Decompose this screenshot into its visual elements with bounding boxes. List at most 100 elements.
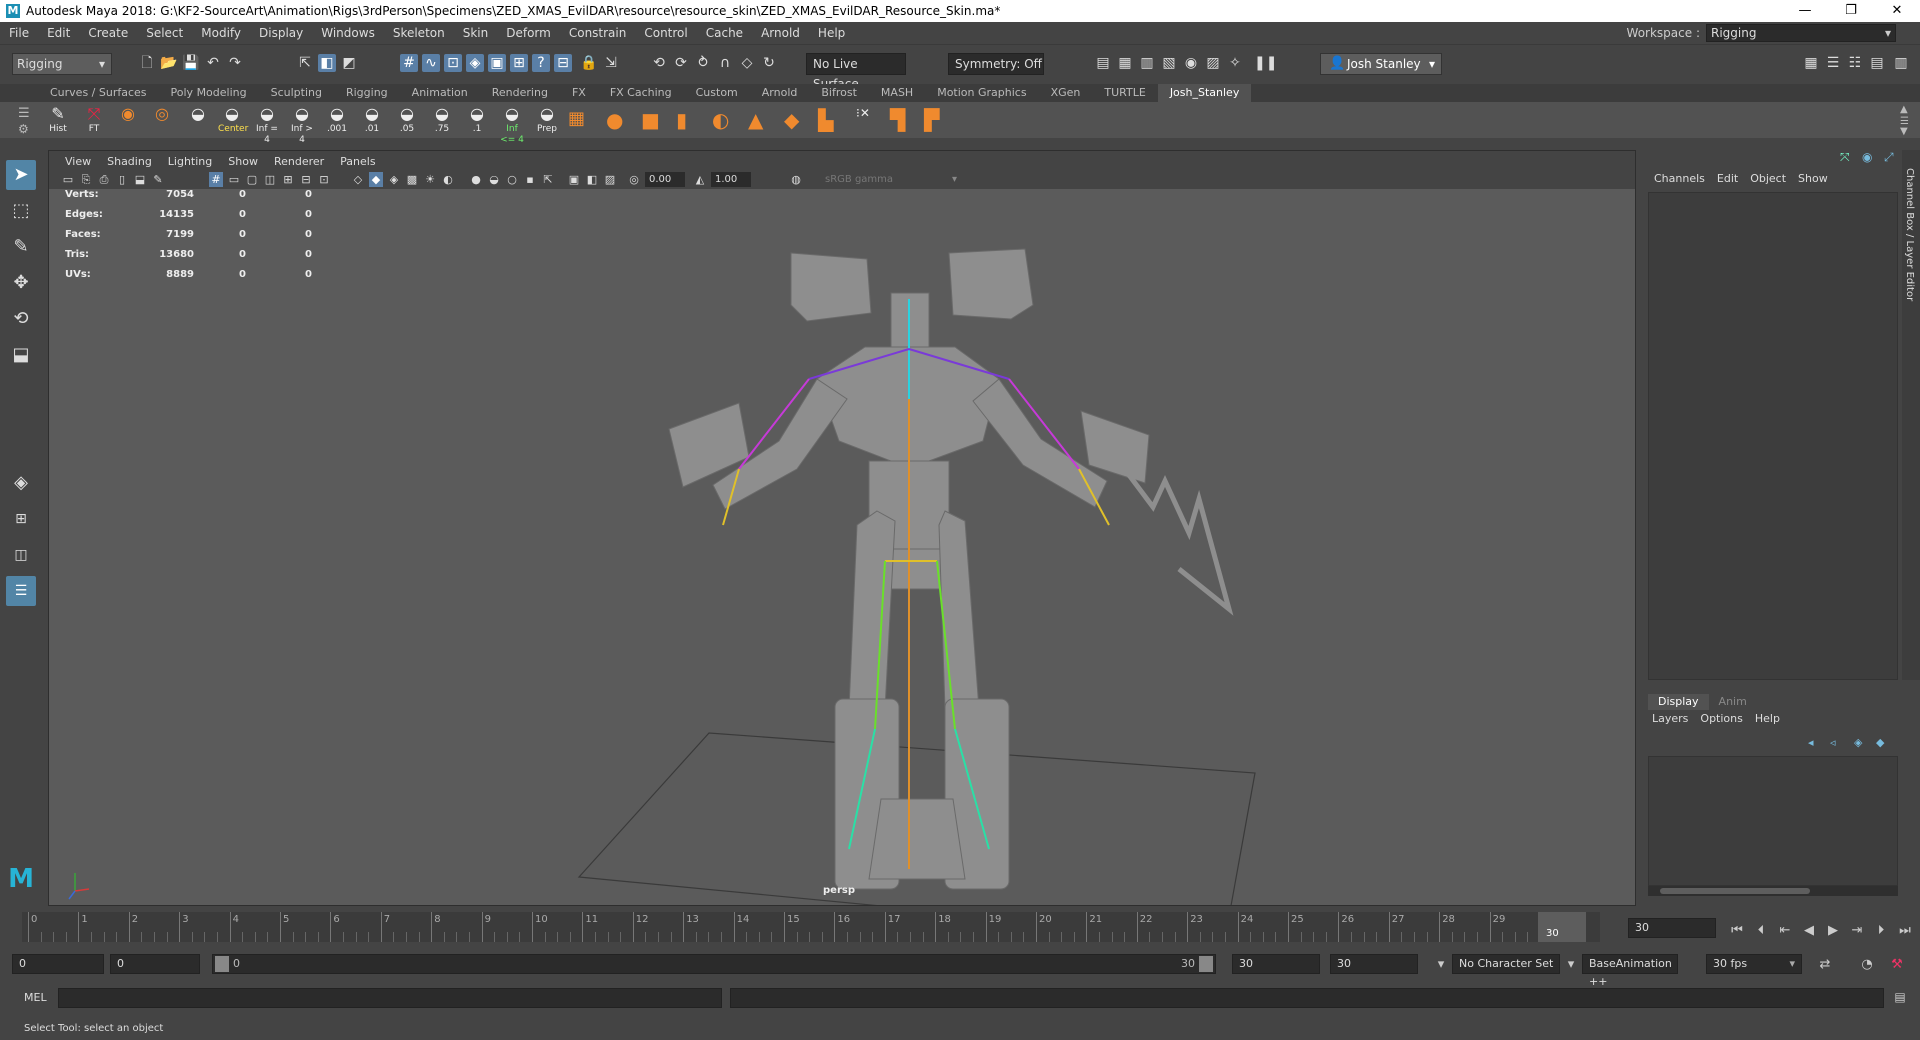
shelf-button-sphere-half[interactable]: ◒ — [184, 104, 212, 136]
paint-select-tool-icon[interactable]: ✎ — [6, 232, 36, 262]
live-surface-field[interactable]: No Live Surface — [806, 53, 906, 91]
undo-icon[interactable]: ↶ — [204, 54, 222, 72]
channel-box-icon[interactable]: ▤ — [1868, 54, 1886, 72]
shelf-tab-rigging[interactable]: Rigging — [334, 84, 400, 102]
play-forwards-icon[interactable]: ▶ — [1824, 922, 1842, 940]
shelf-tab-fx[interactable]: FX — [560, 84, 598, 102]
poly-grid-icon[interactable]: ▦ — [568, 108, 592, 132]
exposure-icon[interactable]: ◎ — [627, 172, 641, 187]
shelf-tab-animation[interactable]: Animation — [400, 84, 480, 102]
poly-sphere-icon[interactable]: ● — [606, 108, 630, 132]
anti-aliasing-icon[interactable]: ○ — [505, 172, 519, 187]
cb-tool-icon[interactable]: ⤢ — [1884, 150, 1894, 165]
loop-icon[interactable]: ⇄ — [1816, 956, 1834, 974]
shelf-tab-rendering[interactable]: Rendering — [480, 84, 560, 102]
shelf-tab-josh-stanley[interactable]: Josh_Stanley — [1157, 84, 1252, 102]
move-tool-icon[interactable]: ✥ — [6, 268, 36, 298]
menu-create[interactable]: Create — [79, 26, 137, 40]
new-scene-icon[interactable]: 🗋 — [138, 54, 156, 72]
viewport-menu-lighting[interactable]: Lighting — [160, 155, 220, 168]
restore-icon[interactable]: ❐ — [1828, 0, 1874, 22]
depth-of-field-icon[interactable]: ▪ — [523, 172, 537, 187]
channel-box-content[interactable] — [1648, 192, 1898, 680]
poly-cube-icon[interactable]: ■ — [641, 108, 665, 132]
rotate-tool-icon[interactable]: ⟲ — [6, 304, 36, 334]
channel-box-side-tab[interactable]: Channel Box / Layer Editor — [1902, 150, 1920, 680]
select-component-icon[interactable]: ◩ — [340, 54, 358, 72]
le-menu-layers[interactable]: Layers — [1648, 712, 1696, 725]
two-pane-layout-icon[interactable]: ◫ — [6, 540, 36, 570]
lasso-tool-icon[interactable]: ⬚ — [6, 196, 36, 226]
le-menu-help[interactable]: Help — [1751, 712, 1788, 725]
image-plane-icon[interactable]: ▯ — [115, 172, 129, 187]
save-scene-icon[interactable]: 💾 — [182, 54, 200, 72]
field-chart-icon[interactable]: ⊞ — [281, 172, 295, 187]
construction-history-icon[interactable]: ⥁ — [694, 54, 712, 72]
view-transform-dropdown[interactable]: sRGB gamma — [821, 172, 961, 187]
workspace-dropdown[interactable]: Rigging — [1706, 24, 1896, 42]
close-icon[interactable]: ✕ — [1874, 0, 1920, 22]
current-time-field[interactable]: 30 — [1628, 918, 1716, 938]
viewport-persp[interactable]: View Shading Lighting Show Renderer Pane… — [48, 150, 1636, 906]
shelf-menu-icon[interactable]: ☰ — [18, 106, 30, 121]
grid-toggle-icon[interactable]: # — [209, 172, 223, 187]
snap-projected-icon[interactable]: ◈ — [466, 54, 484, 72]
scene-end-field[interactable]: 30 — [1330, 954, 1418, 974]
menu-modify[interactable]: Modify — [192, 26, 250, 40]
gate-mask-icon[interactable]: ◫ — [263, 172, 277, 187]
safe-title-icon[interactable]: ⊡ — [317, 172, 331, 187]
shelf-button-weight-001[interactable]: ◒ .001 — [323, 104, 351, 136]
menu-cache[interactable]: Cache — [697, 26, 752, 40]
anim-layer-field[interactable]: BaseAnimation ++ — [1582, 954, 1678, 988]
pause-icon[interactable]: ❚❚ — [1254, 54, 1277, 72]
axis-snap-icon[interactable]: ◇ — [738, 54, 756, 72]
select-object-icon[interactable]: ◧ — [318, 54, 336, 72]
shelf-button-inf-gt-4[interactable]: ◒ Inf > 4 — [288, 104, 316, 145]
shelf-button-weight-05[interactable]: ◒ .05 — [393, 104, 421, 136]
layer-editor-icon[interactable]: ▥ — [1892, 54, 1910, 72]
2d-pan-zoom-icon[interactable]: ⬓ — [133, 172, 147, 187]
gamma-icon[interactable]: ◭ — [693, 172, 707, 187]
script-editor-icon[interactable]: ▤ — [1892, 990, 1908, 1006]
step-back-frame-icon[interactable]: ⏴ — [1752, 922, 1770, 940]
wireframe-on-shaded-icon[interactable]: ◈ — [387, 172, 401, 187]
poly-plane-icon[interactable]: ◆ — [784, 108, 808, 132]
shelf-button-center[interactable]: ◒ Center — [218, 104, 248, 136]
le-menu-options[interactable]: Options — [1696, 712, 1750, 725]
menu-help[interactable]: Help — [809, 26, 854, 40]
poly-torus-icon[interactable]: ◐ — [712, 108, 736, 132]
symmetry-field[interactable]: Symmetry: Off — [948, 53, 1044, 75]
open-scene-icon[interactable]: 📂 — [160, 54, 178, 72]
modeling-toolkit-icon[interactable]: ▦ — [1802, 54, 1820, 72]
snap-grid-icon[interactable]: # — [400, 54, 418, 72]
extrude-icon[interactable]: ▜ — [890, 108, 914, 132]
user-account-button[interactable]: 👤 Josh Stanley — [1320, 53, 1442, 75]
xray-active-icon[interactable]: ▨ — [603, 172, 617, 187]
step-forward-key-icon[interactable]: ⇥ — [1848, 922, 1866, 940]
minimize-icon[interactable]: — — [1782, 0, 1828, 22]
ambient-occlusion-icon[interactable]: ● — [469, 172, 483, 187]
viewport-menu-renderer[interactable]: Renderer — [266, 155, 332, 168]
shelf-settings-icon[interactable]: ⚙ — [18, 122, 29, 136]
playback-end-field[interactable]: 30 — [1232, 954, 1320, 974]
go-to-end-icon[interactable]: ⏭ — [1896, 922, 1914, 940]
menu-constrain[interactable]: Constrain — [560, 26, 636, 40]
select-hierarchy-icon[interactable]: ⇱ — [296, 54, 314, 72]
lock-icon[interactable]: 🔒 — [580, 54, 598, 72]
shelf-scroll-down-icon[interactable]: ▼ — [1900, 126, 1908, 137]
character-set-field[interactable]: No Character Set — [1452, 954, 1560, 974]
shelf-button-poly-layer[interactable]: ◉ — [114, 104, 142, 136]
range-start-handle[interactable] — [215, 956, 229, 972]
shelf-tab-custom[interactable]: Custom — [684, 84, 750, 102]
shelf-button-ft[interactable]: ⤧ FT — [80, 104, 108, 136]
auto-key-icon[interactable]: ◔ — [1858, 956, 1876, 974]
tool-settings-icon[interactable]: ☷ — [1846, 54, 1864, 72]
hypershade-icon[interactable]: ◉ — [1182, 54, 1200, 72]
shelf-tab-bifrost[interactable]: Bifrost — [809, 84, 869, 102]
viewport-menu-shading[interactable]: Shading — [99, 155, 160, 168]
rotate-snap-icon[interactable]: ↻ — [760, 54, 778, 72]
layer-list[interactable] — [1648, 756, 1898, 886]
snap-edit-icon[interactable]: ⊟ — [554, 54, 572, 72]
exposure-field[interactable]: 0.00 — [645, 172, 685, 187]
range-end-handle[interactable] — [1199, 956, 1213, 972]
